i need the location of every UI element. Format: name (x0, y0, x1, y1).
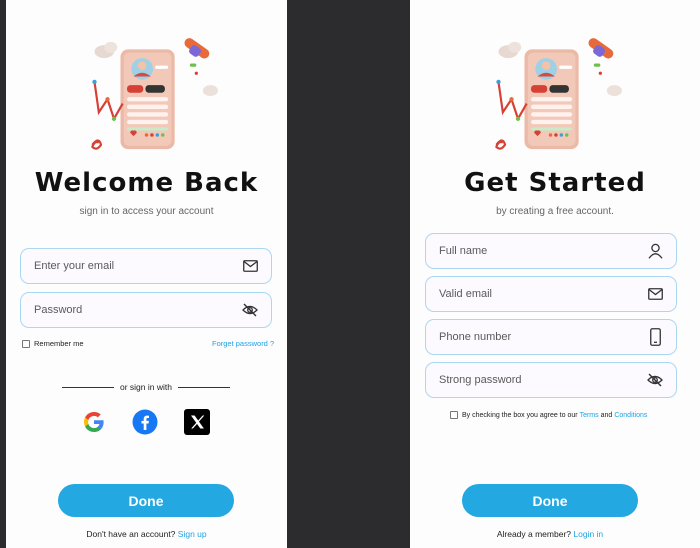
agree-text: By checking the box you agree to our (462, 411, 578, 419)
signup-prompt-text: Don't have an account? (86, 529, 176, 539)
mail-icon (241, 257, 259, 275)
page-subtitle: by creating a free account. (496, 206, 614, 217)
signup-screen: Get Started by creating a free account. … (410, 0, 700, 548)
phone-icon (646, 328, 664, 346)
email-input[interactable] (439, 288, 646, 300)
password-input[interactable] (34, 304, 241, 316)
and-text: and (600, 411, 613, 419)
divider-label: or sign in with (120, 382, 172, 392)
signup-prompt: Don't have an account? Sign up (6, 529, 287, 539)
terms-link[interactable]: Terms (580, 412, 599, 419)
signup-link[interactable]: Sign up (178, 529, 207, 539)
page-subtitle: sign in to access your account (79, 206, 214, 217)
x-icon[interactable] (184, 409, 210, 435)
page-title: Get Started (464, 168, 646, 198)
full-name-field[interactable] (425, 233, 677, 269)
login-link[interactable]: Login in (573, 529, 603, 539)
done-button[interactable]: Done (58, 484, 234, 517)
phone-illustration (495, 36, 622, 151)
phone-illustration (91, 36, 218, 151)
login-screen: Welcome Back sign in to access your acco… (6, 0, 287, 548)
forgot-password-link[interactable]: Forget password ? (212, 339, 274, 348)
conditions-link[interactable]: Conditions (614, 412, 647, 419)
phone-input[interactable] (439, 331, 646, 343)
agree-terms[interactable]: By checking the box you agree to our Ter… (450, 411, 647, 419)
page-title: Welcome Back (34, 168, 259, 198)
remember-label: Remember me (34, 339, 84, 348)
email-input[interactable] (34, 260, 241, 272)
email-field[interactable] (20, 248, 272, 284)
done-button[interactable]: Done (462, 484, 638, 517)
remember-me[interactable]: Remember me (22, 339, 84, 348)
login-prompt: Already a member? Login in (405, 529, 695, 539)
eye-off-icon[interactable] (241, 301, 259, 319)
agree-checkbox[interactable] (450, 411, 458, 419)
user-icon (646, 242, 664, 260)
password-input[interactable] (439, 374, 646, 386)
remember-checkbox[interactable] (22, 339, 30, 348)
phone-field[interactable] (425, 319, 677, 355)
full-name-input[interactable] (439, 245, 646, 257)
password-field[interactable] (20, 292, 272, 328)
password-field[interactable] (425, 362, 677, 398)
eye-off-icon[interactable] (646, 371, 664, 389)
google-icon[interactable] (81, 409, 107, 435)
mail-icon (646, 285, 664, 303)
facebook-icon[interactable] (132, 409, 158, 435)
social-divider: or sign in with (62, 382, 230, 392)
login-prompt-text: Already a member? (496, 529, 571, 539)
email-field[interactable] (425, 276, 677, 312)
